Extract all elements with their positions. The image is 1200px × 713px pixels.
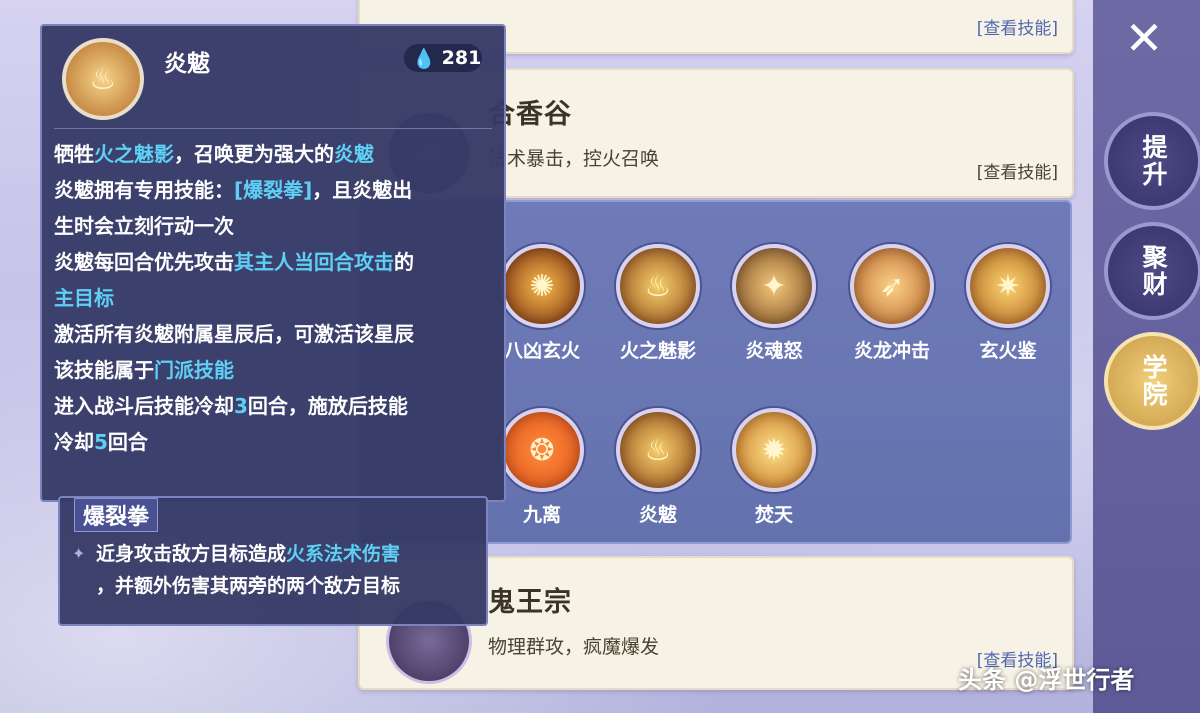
- mana-cost: 💧 281: [404, 44, 482, 72]
- skill-name: 玄火鉴: [979, 340, 1037, 362]
- view-skills-link[interactable]: [查看技能]: [977, 14, 1058, 39]
- skill-name: 炎龙冲击: [853, 340, 930, 362]
- watermark: 头条 @浮世行者: [958, 666, 1135, 694]
- skill-name: 九离: [522, 504, 561, 526]
- skill-jiuli[interactable]: ❂ 九离: [492, 408, 592, 527]
- nav-tisheng-button[interactable]: 提升: [1104, 112, 1200, 210]
- skill-yanhunnu[interactable]: ✦ 炎魂怒: [724, 244, 824, 363]
- school-desc: 法术暴击，控火召唤: [488, 148, 660, 170]
- skill-name: 炎魂怒: [745, 340, 803, 362]
- skill-huozhimeiying[interactable]: ♨ 火之魅影: [608, 244, 708, 363]
- fire-swirl-icon: ✹: [732, 408, 816, 492]
- skill-name: 火之魅影: [619, 340, 696, 362]
- skill-xuanhuojian[interactable]: ✷ 玄火鉴: [958, 244, 1058, 363]
- sub-skill-description: 近身攻击敌方目标造成火系法术伤害 ，并额外伤害其两旁的两个敌方目标: [96, 543, 401, 597]
- skill-name: 炎魃: [638, 504, 677, 526]
- skill-fentian[interactable]: ✹ 焚天: [724, 408, 824, 527]
- fire-dragon-head-icon: ✷: [966, 244, 1050, 328]
- school-desc: 物理群攻，疯魔爆发: [488, 636, 660, 658]
- fire-dragon-icon: ➶: [850, 244, 934, 328]
- nav-jucai-button[interactable]: 聚财: [1104, 222, 1200, 320]
- skill-bax-ionghuo[interactable]: ✺ 八凶玄火: [492, 244, 592, 363]
- school-name: 鬼王宗: [488, 587, 572, 618]
- tooltip-description: 牺牲火之魅影，召唤更为强大的炎魃 炎魃拥有专用技能：[爆裂拳]，且炎魃出 生时会…: [54, 142, 414, 454]
- close-icon[interactable]: ✕: [1118, 12, 1170, 64]
- skill-tooltip: ♨ 炎魃 💧 281 牺牲火之魅影，召唤更为强大的炎魃 炎魃拥有专用技能：[爆裂…: [40, 24, 506, 502]
- skill-name: 八凶玄火: [503, 340, 580, 362]
- sub-skill-tooltip: 爆裂拳 ✦ 近身攻击敌方目标造成火系法术伤害 ，并额外伤害其两旁的两个敌方目标: [58, 496, 488, 626]
- water-drop-icon: 💧: [412, 47, 436, 70]
- skill-yanlongchongji[interactable]: ➶ 炎龙冲击: [842, 244, 942, 363]
- mana-cost-value: 281: [441, 47, 482, 69]
- fire-demon-icon: ♨: [62, 38, 144, 120]
- tooltip-skill-name: 炎魃: [164, 51, 210, 77]
- fire-demon-icon: ♨: [616, 408, 700, 492]
- skill-yanba[interactable]: ♨ 炎魃: [608, 408, 708, 527]
- skill-name: 焚天: [754, 504, 793, 526]
- fire-orb-icon: ✺: [500, 244, 584, 328]
- sub-skill-name: 爆裂拳: [74, 498, 159, 532]
- fire-demon-icon: ♨: [616, 244, 700, 328]
- divider: [54, 128, 492, 129]
- fire-book-icon: ✦: [732, 244, 816, 328]
- flame-sigil-icon: ❂: [500, 408, 584, 492]
- star-icon: ✦: [72, 544, 86, 563]
- view-skills-link[interactable]: [查看技能]: [977, 158, 1058, 183]
- nav-xueyuan-button[interactable]: 学院: [1104, 332, 1200, 430]
